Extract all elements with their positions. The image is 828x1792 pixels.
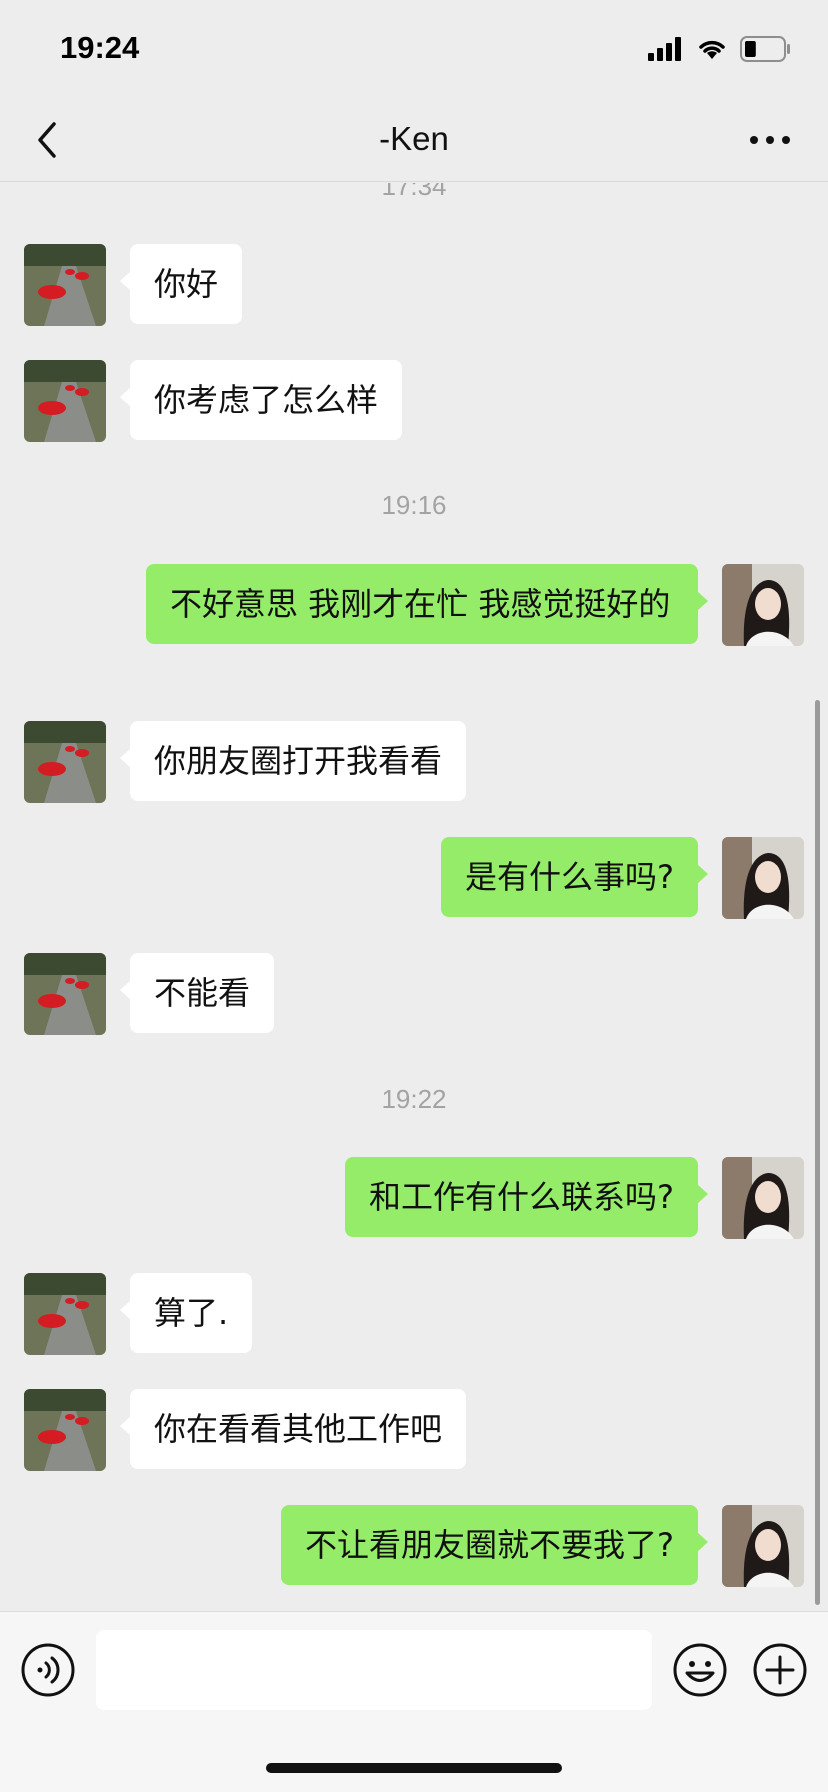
scrollbar[interactable] <box>815 700 820 1605</box>
my-avatar[interactable] <box>722 564 804 646</box>
status-bar: 19:24 <box>0 0 828 100</box>
contact-avatar[interactable] <box>24 953 106 1035</box>
contact-avatar[interactable] <box>24 244 106 326</box>
chat-header: -Ken <box>0 100 828 182</box>
battery-icon <box>740 36 790 62</box>
message-bubble[interactable]: 和工作有什么联系吗? <box>345 1157 708 1237</box>
contact-avatar[interactable] <box>24 1273 106 1355</box>
message-bubble[interactable]: 算了. <box>119 1273 253 1353</box>
more-dots-icon[interactable] <box>748 130 792 150</box>
my-avatar[interactable] <box>722 1157 804 1239</box>
plus-icon[interactable] <box>752 1642 808 1698</box>
home-indicator[interactable] <box>266 1763 562 1773</box>
emoji-icon[interactable] <box>672 1642 728 1698</box>
contact-avatar[interactable] <box>24 360 106 442</box>
chat-title: -Ken <box>379 120 449 157</box>
message-bubble[interactable]: 你好 <box>119 244 243 324</box>
signal-icon <box>648 37 681 61</box>
contact-avatar[interactable] <box>24 1389 106 1471</box>
message-bubble[interactable]: 你在看看其他工作吧 <box>119 1389 467 1469</box>
timestamp: 17:34 <box>381 183 447 201</box>
message-input[interactable] <box>96 1630 652 1710</box>
message-bubble[interactable]: 不好意思 我刚才在忙 我感觉挺好的 <box>146 564 708 644</box>
message-bubble[interactable]: 不能看 <box>119 953 275 1033</box>
message-bubble[interactable]: 你朋友圈打开我看看 <box>119 721 467 801</box>
my-avatar[interactable] <box>722 837 804 919</box>
status-time: 19:24 <box>60 30 140 65</box>
status-icons <box>648 36 792 62</box>
message-bubble[interactable]: 是有什么事吗? <box>441 837 708 917</box>
message-bubble[interactable]: 不让看朋友圈就不要我了? <box>281 1505 708 1585</box>
wifi-icon <box>699 40 725 59</box>
voice-icon[interactable] <box>20 1642 76 1698</box>
timestamp: 19:16 <box>381 490 447 520</box>
message-bubble[interactable]: 你考虑了怎么样 <box>119 360 403 440</box>
my-avatar[interactable] <box>722 1505 804 1587</box>
chat-messages[interactable]: 17:34 你好 你考虑了怎么样 19:16 不好意思 我刚才在忙 我感觉挺好的… <box>0 183 828 1610</box>
contact-avatar[interactable] <box>24 721 106 803</box>
timestamp: 19:22 <box>381 1084 447 1114</box>
